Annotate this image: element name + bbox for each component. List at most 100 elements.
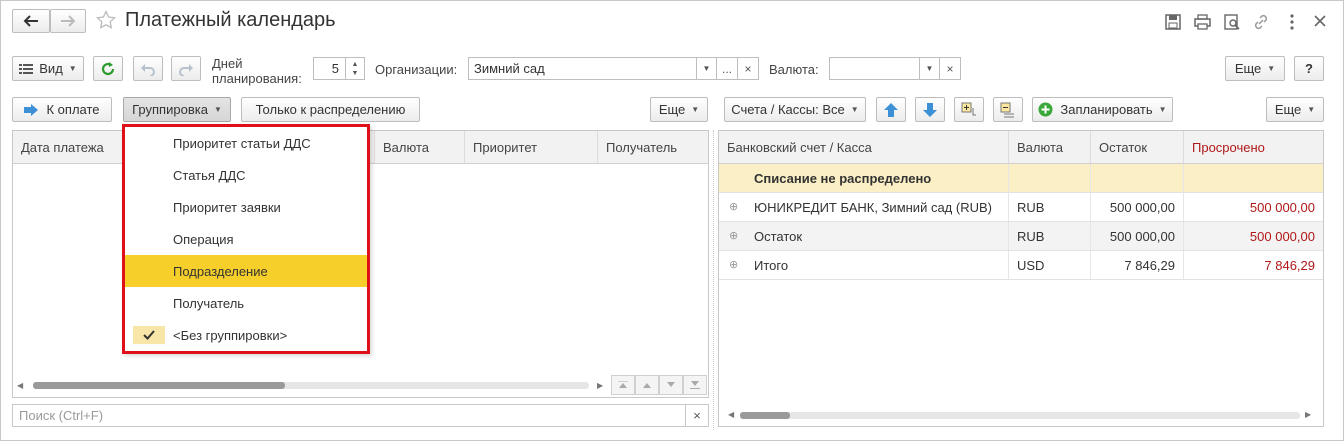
menu-item-dds-article[interactable]: Статья ДДС (125, 159, 367, 191)
only-distribution-button[interactable]: Только к распределению (241, 97, 420, 122)
column-header-currency[interactable]: Валюта (375, 131, 465, 163)
menu-item-no-grouping[interactable]: <Без группировки> (125, 319, 367, 351)
move-up-button[interactable] (635, 375, 659, 395)
days-stepper[interactable]: ▲ ▼ (346, 57, 365, 80)
currency-input[interactable] (829, 57, 920, 80)
menu-item-label: Приоритет заявки (173, 199, 281, 215)
search-input[interactable]: Поиск (Ctrl+F) (12, 404, 686, 427)
chevron-down-icon: ▼ (68, 64, 77, 73)
close-icon[interactable] (1312, 13, 1328, 32)
grouping-button[interactable]: Группировка ▼ (123, 97, 231, 122)
accounts-filter-button[interactable]: Счета / Кассы: Все ▼ (724, 97, 866, 122)
account-balance: 7 846,29 (1091, 251, 1184, 279)
menu-item-operation[interactable]: Операция (125, 223, 367, 255)
right-table[interactable]: Банковский счет / Касса Валюта Остаток П… (718, 130, 1324, 427)
column-header-payment-date[interactable]: Дата платежа (13, 131, 123, 163)
menu-item-department[interactable]: Подразделение (125, 255, 367, 287)
up-icon (643, 383, 651, 388)
table-row-group[interactable]: Списание не распределено (719, 164, 1323, 193)
menu-item-dds-article-priority[interactable]: Приоритет статьи ДДС (125, 127, 367, 159)
column-header-currency[interactable]: Валюта (1009, 131, 1091, 163)
view-button[interactable]: Вид ▼ (12, 56, 84, 81)
panel-splitter[interactable] (713, 130, 714, 430)
move-up-button[interactable] (876, 97, 906, 122)
accounts-filter-label: Счета / Кассы: Все (731, 102, 845, 117)
group-row-overdue (1184, 164, 1323, 192)
table-row[interactable]: ⊕ Остаток RUB 500 000,00 500 000,00 (719, 222, 1323, 251)
organizations-select-button[interactable]: ... (717, 57, 738, 80)
scroll-right-icon[interactable]: ▶ (1305, 410, 1311, 419)
more-label: Еще (658, 102, 686, 117)
scroll-left-icon[interactable]: ◀ (17, 381, 23, 390)
organizations-dropdown-button[interactable]: ▼ (696, 57, 717, 80)
horizontal-scrollbar-thumb[interactable] (33, 382, 285, 389)
save-icon[interactable] (1165, 14, 1181, 33)
menu-item-request-priority[interactable]: Приоритет заявки (125, 191, 367, 223)
move-down-button[interactable] (659, 375, 683, 395)
column-header-priority[interactable]: Приоритет (465, 131, 598, 163)
scroll-right-icon[interactable]: ▶ (597, 381, 603, 390)
preview-icon[interactable] (1224, 14, 1240, 33)
account-name: Итого (719, 251, 1009, 279)
collapse-all-button[interactable] (993, 97, 1023, 122)
table-row[interactable]: ⊕ Итого USD 7 846,29 7 846,29 (719, 251, 1323, 280)
stepper-up-icon[interactable]: ▲ (352, 60, 359, 69)
more-button-left[interactable]: Еще ▼ (650, 97, 708, 122)
favorite-star-icon[interactable] (95, 9, 117, 33)
column-header-recipient[interactable]: Получатель (598, 131, 708, 163)
to-pay-button[interactable]: К оплате (12, 97, 112, 122)
link-icon[interactable] (1253, 14, 1269, 33)
table-row[interactable]: ⊕ ЮНИКРЕДИТ БАНК, Зимний сад (RUB) RUB 5… (719, 193, 1323, 222)
first-icon (618, 381, 628, 388)
refresh-icon (101, 61, 115, 75)
back-button[interactable] (12, 9, 50, 33)
plan-button[interactable]: Запланировать ▼ (1032, 97, 1173, 122)
forward-button[interactable] (50, 9, 86, 33)
move-last-button[interactable] (683, 375, 707, 395)
chevron-down-icon: ▼ (925, 64, 934, 73)
account-overdue: 500 000,00 (1249, 228, 1315, 244)
menu-item-recipient[interactable]: Получатель (125, 287, 367, 319)
arrow-left-icon (23, 15, 38, 27)
account-name: Остаток (719, 222, 1009, 250)
scroll-left-icon[interactable]: ◀ (728, 410, 734, 419)
horizontal-scrollbar-thumb[interactable] (740, 412, 790, 419)
undo-button[interactable] (133, 56, 163, 81)
currency-label: Валюта: (769, 62, 819, 77)
account-overdue: 500 000,00 (1249, 199, 1315, 215)
redo-button[interactable] (171, 56, 201, 81)
more-button-top[interactable]: Еще ▼ (1225, 56, 1285, 81)
search-clear-button[interactable]: × (686, 404, 709, 427)
view-button-label: Вид (39, 61, 63, 76)
horizontal-scrollbar-track[interactable] (740, 412, 1300, 419)
more-button-right[interactable]: Еще ▼ (1266, 97, 1324, 122)
currency-clear-button[interactable]: × (940, 57, 961, 80)
ellipsis-label: ... (721, 61, 732, 76)
days-planning-value: 5 (331, 61, 339, 76)
organizations-clear-button[interactable]: × (738, 57, 759, 80)
column-header-balance[interactable]: Остаток (1091, 131, 1184, 163)
clear-icon: × (946, 61, 954, 76)
days-planning-label: Дней планирования: (212, 56, 302, 86)
collapse-tree-icon (1000, 102, 1014, 117)
organizations-input[interactable]: Зимний сад (468, 57, 697, 80)
column-header-overdue[interactable]: Просрочено (1184, 131, 1323, 163)
more-label: Еще (1234, 61, 1262, 76)
column-header-account[interactable]: Банковский счет / Касса (719, 131, 1009, 163)
currency-dropdown-button[interactable]: ▼ (919, 57, 940, 80)
page-title: Платежный календарь (125, 9, 336, 31)
move-down-button[interactable] (915, 97, 945, 122)
move-first-button[interactable] (611, 375, 635, 395)
expand-all-button[interactable] (954, 97, 984, 122)
grouping-label: Группировка (132, 102, 208, 117)
more-label: Еще (1274, 102, 1302, 117)
help-button[interactable]: ? (1294, 56, 1324, 81)
account-name: ЮНИКРЕДИТ БАНК, Зимний сад (RUB) (719, 193, 1009, 221)
refresh-button[interactable] (93, 56, 123, 81)
days-planning-input[interactable]: 5 (313, 57, 346, 80)
account-balance: 500 000,00 (1091, 222, 1184, 250)
more-vertical-icon[interactable] (1289, 13, 1295, 34)
add-circle-icon (1038, 102, 1053, 117)
stepper-down-icon[interactable]: ▼ (352, 69, 359, 78)
print-icon[interactable] (1194, 14, 1211, 33)
